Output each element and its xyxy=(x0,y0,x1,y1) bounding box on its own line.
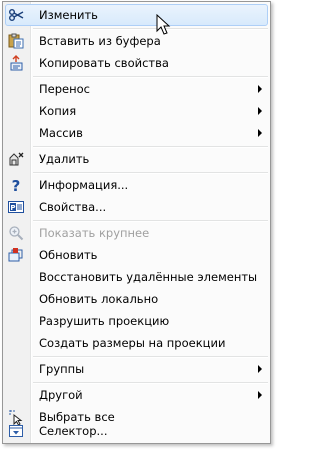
svg-text:?: ? xyxy=(12,177,21,193)
svg-text:P: P xyxy=(10,204,15,212)
menu-item-label: Восстановить удалённые элементы xyxy=(39,270,258,284)
menu-item-properties[interactable]: P Свойства... xyxy=(5,196,268,218)
menu-item-selector[interactable]: Селектор... xyxy=(5,420,268,442)
menu-item-paste[interactable]: Вставить из буфера xyxy=(5,30,268,52)
menu-item-label: Разрушить проекцию xyxy=(39,314,170,328)
menu-item-refresh[interactable]: Обновить xyxy=(5,244,268,266)
menu-item-label: Свойства... xyxy=(39,200,107,214)
question-icon: ? xyxy=(12,177,21,193)
zoom-in-icon xyxy=(9,226,24,241)
selector-icon xyxy=(9,425,23,437)
delete-icon xyxy=(9,152,24,166)
menu-item-label: Группы xyxy=(39,362,85,376)
submenu-arrow-icon xyxy=(258,129,262,137)
copy-properties-icon xyxy=(10,55,23,71)
menu-item-copy-properties[interactable]: Копировать свойства xyxy=(5,52,268,74)
menu-item-label: Информация... xyxy=(39,178,129,192)
menu-item-delete[interactable]: Удалить xyxy=(5,148,268,170)
menu-item-label: Изменить xyxy=(39,8,98,22)
menu-item-restore-deleted[interactable]: Восстановить удалённые элементы xyxy=(5,266,268,288)
menu-item-refresh-locally[interactable]: Обновить локально xyxy=(5,288,268,310)
refresh-icon xyxy=(8,248,23,262)
submenu-arrow-icon xyxy=(258,107,262,115)
menu-item-label: Показать крупнее xyxy=(39,226,150,240)
menu-item-array[interactable]: Массив xyxy=(5,122,268,144)
menu-item-zoom-in[interactable]: Показать крупнее xyxy=(5,222,268,244)
mouse-cursor-icon xyxy=(156,14,171,35)
menu-item-label: Другой xyxy=(39,388,83,402)
menu-item-label: Копировать свойства xyxy=(39,56,169,70)
menu-item-groups[interactable]: Группы xyxy=(5,358,268,380)
menu-item-label: Селектор... xyxy=(39,424,108,438)
menu-item-label: Создать размеры на проекции xyxy=(39,336,226,350)
menu-item-create-dimensions[interactable]: Создать размеры на проекции xyxy=(5,332,268,354)
menu-item-label: Вставить из буфера xyxy=(39,34,161,48)
submenu-arrow-icon xyxy=(258,391,262,399)
menu-item-label: Массив xyxy=(39,126,83,140)
menu-item-information[interactable]: ? Информация... xyxy=(5,174,268,196)
scissors-edit-icon xyxy=(9,9,24,21)
submenu-arrow-icon xyxy=(258,85,262,93)
paste-clipboard-icon xyxy=(8,33,24,49)
menu-item-move[interactable]: Перенос xyxy=(5,78,268,100)
menu-item-label: Обновить локально xyxy=(39,292,159,306)
menu-item-label: Обновить xyxy=(39,248,98,262)
context-menu: Изменить Вставить из буфера Копировать с… xyxy=(2,1,271,444)
menu-item-label: Удалить xyxy=(39,152,90,166)
menu-item-label: Копия xyxy=(39,104,77,118)
menu-item-break-projection[interactable]: Разрушить проекцию xyxy=(5,310,268,332)
menu-item-label: Перенос xyxy=(39,82,90,96)
menu-item-edit[interactable]: Изменить xyxy=(5,4,268,26)
menu-item-copy[interactable]: Копия xyxy=(5,100,268,122)
submenu-arrow-icon xyxy=(258,365,262,373)
properties-icon: P xyxy=(8,201,24,213)
menu-item-other[interactable]: Другой xyxy=(5,384,268,406)
